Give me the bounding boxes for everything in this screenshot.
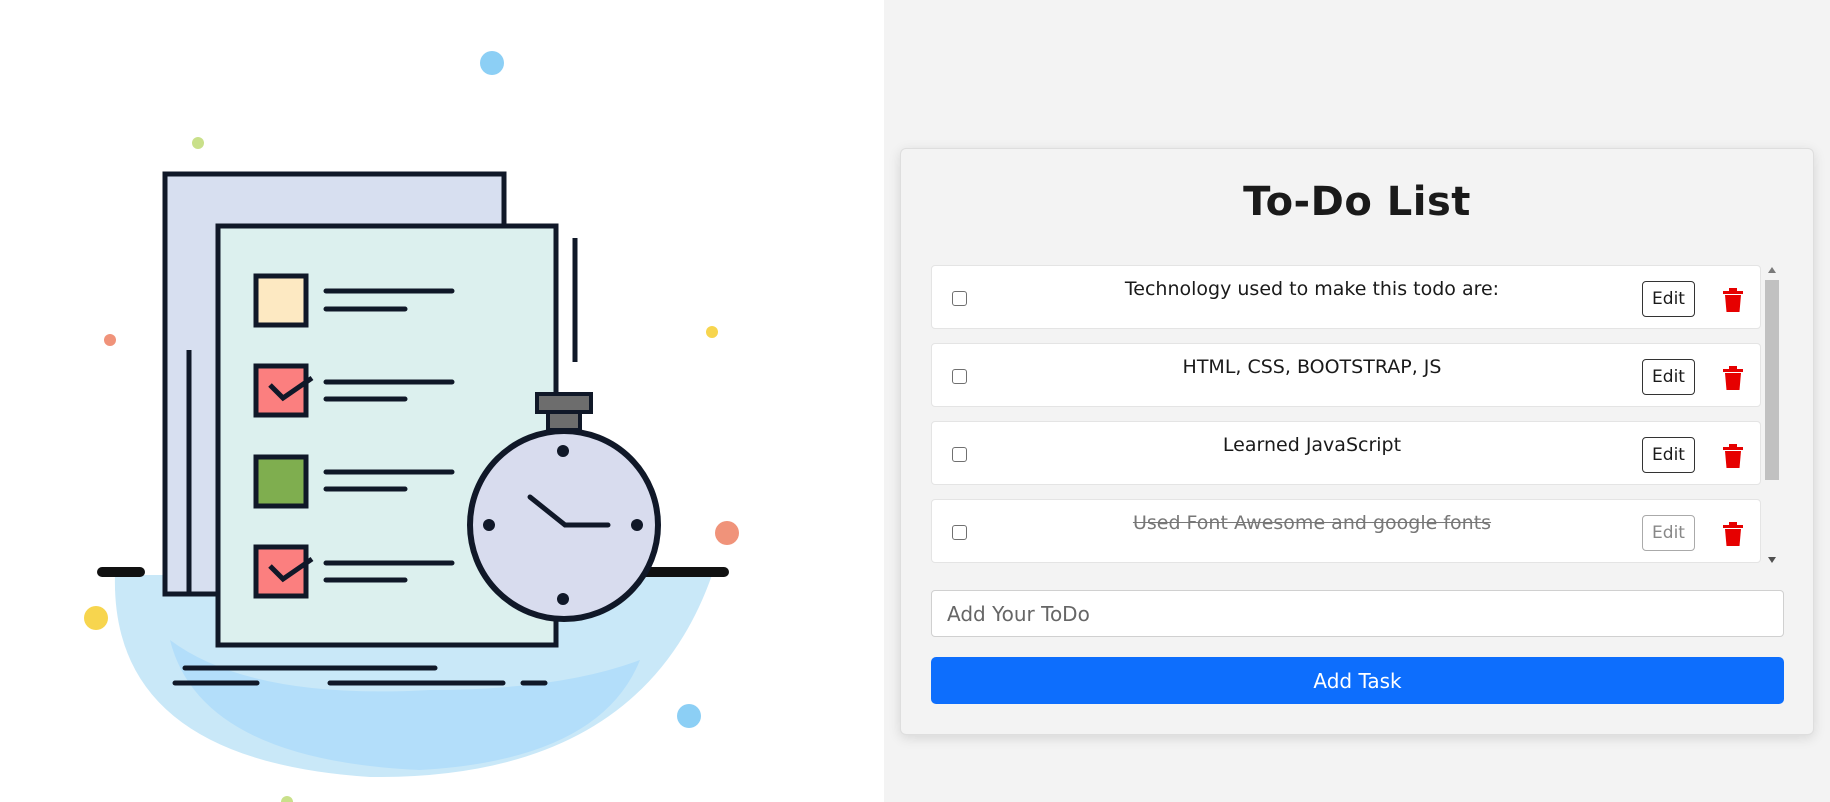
clock-dot — [557, 445, 569, 457]
todo-card: To-Do List Technology used to make this … — [900, 148, 1814, 735]
todo-text: Used Font Awesome and google fonts — [1132, 512, 1492, 534]
decor-dot — [715, 521, 739, 545]
todo-item: Technology used to make this todo are: E… — [931, 265, 1761, 329]
todo-item: Learned JavaScript Edit — [931, 421, 1761, 485]
todo-checkbox[interactable] — [952, 447, 967, 462]
edit-button[interactable]: Edit — [1642, 359, 1695, 395]
decor-dot — [281, 796, 293, 802]
decor-dot — [480, 51, 504, 75]
scroll-thumb[interactable] — [1765, 280, 1779, 480]
todo-text: HTML, CSS, BOOTSTRAP, JS — [1182, 356, 1442, 378]
trash-icon[interactable] — [1722, 288, 1744, 312]
trash-icon[interactable] — [1722, 444, 1744, 468]
todo-text: Learned JavaScript — [1222, 434, 1402, 456]
clock-dot — [557, 593, 569, 605]
todo-list[interactable]: Technology used to make this todo are: E… — [931, 265, 1779, 571]
edit-button[interactable]: Edit — [1642, 281, 1695, 317]
decor-dot — [104, 334, 116, 346]
edit-button[interactable]: Edit — [1642, 437, 1695, 473]
todo-checkbox[interactable] — [952, 369, 967, 384]
list-scrollbar[interactable] — [1765, 265, 1779, 571]
trash-icon[interactable] — [1722, 522, 1744, 546]
checklist-stopwatch-illustration — [84, 51, 739, 802]
add-task-button[interactable]: Add Task — [931, 657, 1784, 704]
clock-dot — [631, 519, 643, 531]
checkbox-art — [253, 544, 309, 599]
checkbox-art — [253, 454, 309, 509]
decor-dot — [677, 704, 701, 728]
decor-dot — [706, 326, 718, 338]
todo-checkbox[interactable] — [952, 525, 967, 540]
stopwatch-neck — [546, 410, 582, 432]
todo-item: Used Font Awesome and google fonts Edit — [931, 499, 1761, 563]
todo-checkbox[interactable] — [952, 291, 967, 306]
checkbox-art — [253, 273, 309, 328]
checkbox-art — [253, 363, 309, 418]
todo-text: Technology used to make this todo are: — [1124, 278, 1500, 300]
scroll-up-arrow-icon[interactable] — [1768, 267, 1776, 273]
page-title: To-Do List — [1243, 179, 1471, 225]
decor-dot — [192, 137, 204, 149]
stopwatch-crown — [535, 392, 593, 414]
decor-dot — [84, 606, 108, 630]
edit-button[interactable]: Edit — [1642, 515, 1695, 551]
todo-item: HTML, CSS, BOOTSTRAP, JS Edit — [931, 343, 1761, 407]
scroll-down-arrow-icon[interactable] — [1768, 557, 1776, 563]
trash-icon[interactable] — [1722, 366, 1744, 390]
clock-dot — [483, 519, 495, 531]
illustration-pane — [0, 0, 884, 802]
add-todo-input[interactable] — [931, 590, 1784, 637]
